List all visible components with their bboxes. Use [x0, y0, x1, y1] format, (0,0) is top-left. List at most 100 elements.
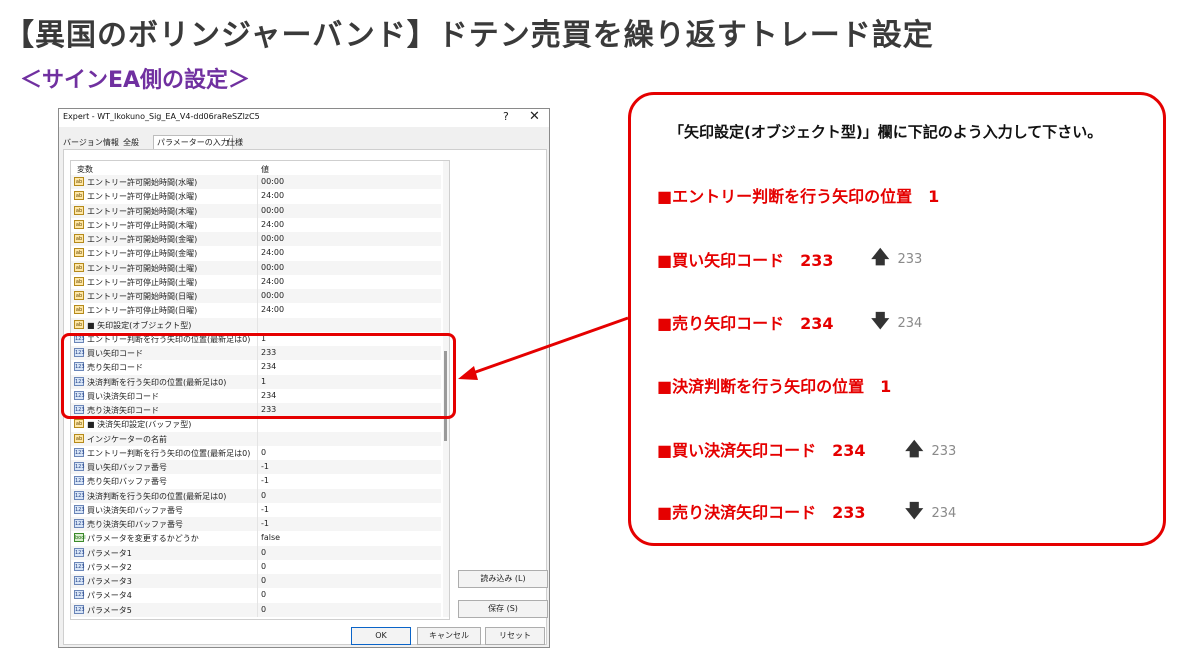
- parameter-value[interactable]: false: [261, 533, 280, 542]
- parameter-value[interactable]: -1: [261, 519, 269, 528]
- close-icon[interactable]: ✕: [529, 109, 540, 124]
- column-divider: [257, 431, 258, 446]
- parameter-name: ■ 決済矢印設定(バッファ型): [87, 420, 192, 430]
- parameter-name: エントリー許可開始時間(土曜): [87, 263, 198, 273]
- parameter-row[interactable]: ab エントリー許可開始時間(土曜) 00:00: [71, 260, 441, 275]
- parameter-value[interactable]: 24:00: [261, 220, 284, 229]
- ok-button[interactable]: OK: [351, 627, 411, 645]
- integer-type-icon: 123: [74, 519, 85, 528]
- parameter-row[interactable]: 123 エントリー判断を行う矢印の位置(最新足は0) 0: [71, 445, 441, 460]
- column-divider: [257, 445, 258, 460]
- load-button[interactable]: 読み込み (L): [458, 570, 548, 588]
- parameter-row[interactable]: ab エントリー許可停止時間(木曜) 24:00: [71, 217, 441, 232]
- parameter-value[interactable]: 00:00: [261, 291, 284, 300]
- parameter-row[interactable]: 123 パラメータ4 0: [71, 588, 441, 603]
- symbol-code-label: 233: [931, 444, 957, 459]
- arrow-down-icon: 🡇: [905, 501, 924, 522]
- parameter-value[interactable]: 0: [261, 562, 266, 571]
- help-icon[interactable]: ?: [503, 110, 509, 123]
- parameter-value[interactable]: 00:00: [261, 263, 284, 272]
- parameter-value[interactable]: 24:00: [261, 191, 284, 200]
- parameter-row[interactable]: ab エントリー許可停止時間(土曜) 24:00: [71, 274, 441, 289]
- column-header-variable[interactable]: 変数: [77, 164, 93, 175]
- parameter-value[interactable]: 00:00: [261, 206, 284, 215]
- save-button[interactable]: 保存 (S): [458, 600, 548, 618]
- parameter-name: エントリー許可停止時間(水曜): [87, 192, 198, 202]
- column-header-value[interactable]: 値: [261, 164, 269, 175]
- tab-general[interactable]: 全般: [123, 135, 139, 149]
- string-type-icon: ab: [74, 276, 84, 286]
- parameter-value[interactable]: 0: [261, 491, 266, 500]
- column-divider: [257, 260, 258, 275]
- up-arrow-symbol: 🡅 233: [905, 437, 956, 461]
- parameter-row[interactable]: 123 買い決済矢印バッファ番号 -1: [71, 502, 441, 517]
- instruction-callout: 「矢印設定(オブジェクト型)」欄に下記のよう入力して下さい。 ■エントリー判断を…: [628, 92, 1166, 546]
- arrow-down-icon: 🡇: [871, 311, 890, 332]
- column-divider: [257, 559, 258, 574]
- integer-type-icon: 123: [74, 462, 85, 471]
- tab-specification[interactable]: 仕様: [227, 135, 243, 149]
- callout-intro: 「矢印設定(オブジェクト型)」欄に下記のよう入力して下さい。: [669, 123, 1103, 141]
- parameter-row[interactable]: 123 決済判断を行う矢印の位置(最新足は0) 0: [71, 488, 441, 503]
- dialog-titlebar: Expert - WT_Ikokuno_Sig_EA_V4-dd06raReSZ…: [59, 109, 549, 127]
- parameter-value[interactable]: -1: [261, 505, 269, 514]
- parameter-row[interactable]: 123 パラメータ1 0: [71, 545, 441, 560]
- column-divider: [257, 474, 258, 489]
- reset-button[interactable]: リセット: [485, 627, 545, 645]
- parameter-value[interactable]: 24:00: [261, 248, 284, 257]
- parameter-row[interactable]: ab エントリー許可停止時間(金曜) 24:00: [71, 246, 441, 261]
- tab-input-parameters[interactable]: パラメーターの入力: [153, 135, 233, 149]
- parameter-row[interactable]: ab エントリー許可開始時間(水曜) 00:00: [71, 175, 441, 190]
- column-divider: [257, 460, 258, 475]
- integer-type-icon: 123: [74, 561, 85, 571]
- parameter-row[interactable]: ab インジケーターの名前: [71, 431, 441, 446]
- parameter-row[interactable]: ab ■ 決済矢印設定(バッファ型): [71, 417, 441, 432]
- column-divider: [257, 602, 258, 617]
- parameter-value[interactable]: 0: [261, 548, 266, 557]
- parameter-row[interactable]: bool パラメータを変更するかどうか false: [71, 531, 441, 546]
- integer-type-icon: 123: [74, 604, 85, 614]
- parameter-row[interactable]: 123 買い矢印バッファ番号 -1: [71, 460, 441, 475]
- cancel-button[interactable]: キャンセル: [417, 627, 481, 645]
- up-arrow-symbol: 🡅 233: [871, 245, 922, 269]
- parameter-row[interactable]: 123 パラメータ2 0: [71, 559, 441, 574]
- parameter-value[interactable]: 00:00: [261, 234, 284, 243]
- integer-type-icon: 123: [74, 447, 85, 457]
- column-divider: [257, 545, 258, 560]
- parameter-row[interactable]: ab エントリー許可開始時間(木曜) 00:00: [71, 203, 441, 218]
- parameter-value[interactable]: 0: [261, 576, 266, 585]
- column-divider: [257, 574, 258, 589]
- parameter-value[interactable]: 24:00: [261, 277, 284, 286]
- integer-type-icon: 123: [74, 490, 85, 500]
- column-divider: [257, 289, 258, 304]
- parameter-row[interactable]: 123 パラメータ5 0: [71, 602, 441, 617]
- parameter-row[interactable]: ab エントリー許可停止時間(水曜) 24:00: [71, 189, 441, 204]
- string-type-icon: ab: [74, 433, 84, 443]
- parameter-name: エントリー判断を行う矢印の位置(最新足は0): [87, 448, 251, 458]
- parameter-row[interactable]: 123 パラメータ3 0: [71, 574, 441, 589]
- dialog-title: Expert - WT_Ikokuno_Sig_EA_V4-dd06raReSZ…: [63, 112, 260, 121]
- callout-item-buy-exit-code: ■買い決済矢印コード 234: [657, 441, 866, 460]
- parameter-name: ■ 矢印設定(オブジェクト型): [87, 320, 192, 330]
- parameter-name: 売り矢印バッファ番号: [87, 477, 167, 487]
- parameter-row[interactable]: ab エントリー許可停止時間(日曜) 24:00: [71, 303, 441, 318]
- parameter-value[interactable]: 0: [261, 448, 266, 457]
- parameter-value[interactable]: -1: [261, 476, 269, 485]
- parameter-row[interactable]: 123 売り矢印バッファ番号 -1: [71, 474, 441, 489]
- parameter-value[interactable]: 0: [261, 605, 266, 614]
- parameter-row[interactable]: 123 売り決済矢印バッファ番号 -1: [71, 517, 441, 532]
- tab-version-info[interactable]: バージョン情報: [63, 135, 119, 149]
- string-type-icon: ab: [74, 219, 84, 229]
- column-divider: [257, 274, 258, 289]
- parameter-row[interactable]: ab ■ 矢印設定(オブジェクト型): [71, 317, 441, 332]
- callout-item-entry-position: ■エントリー判断を行う矢印の位置 1: [657, 187, 940, 206]
- grid-header: 変数 値: [71, 161, 441, 175]
- parameter-value[interactable]: 24:00: [261, 305, 284, 314]
- parameter-value[interactable]: -1: [261, 462, 269, 471]
- parameter-value[interactable]: 0: [261, 590, 266, 599]
- parameter-row[interactable]: ab エントリー許可開始時間(日曜) 00:00: [71, 289, 441, 304]
- integer-type-icon: 123: [74, 504, 85, 514]
- parameter-value[interactable]: 00:00: [261, 177, 284, 186]
- parameter-name: パラメータ5: [87, 605, 132, 615]
- parameter-row[interactable]: ab エントリー許可開始時間(金曜) 00:00: [71, 232, 441, 247]
